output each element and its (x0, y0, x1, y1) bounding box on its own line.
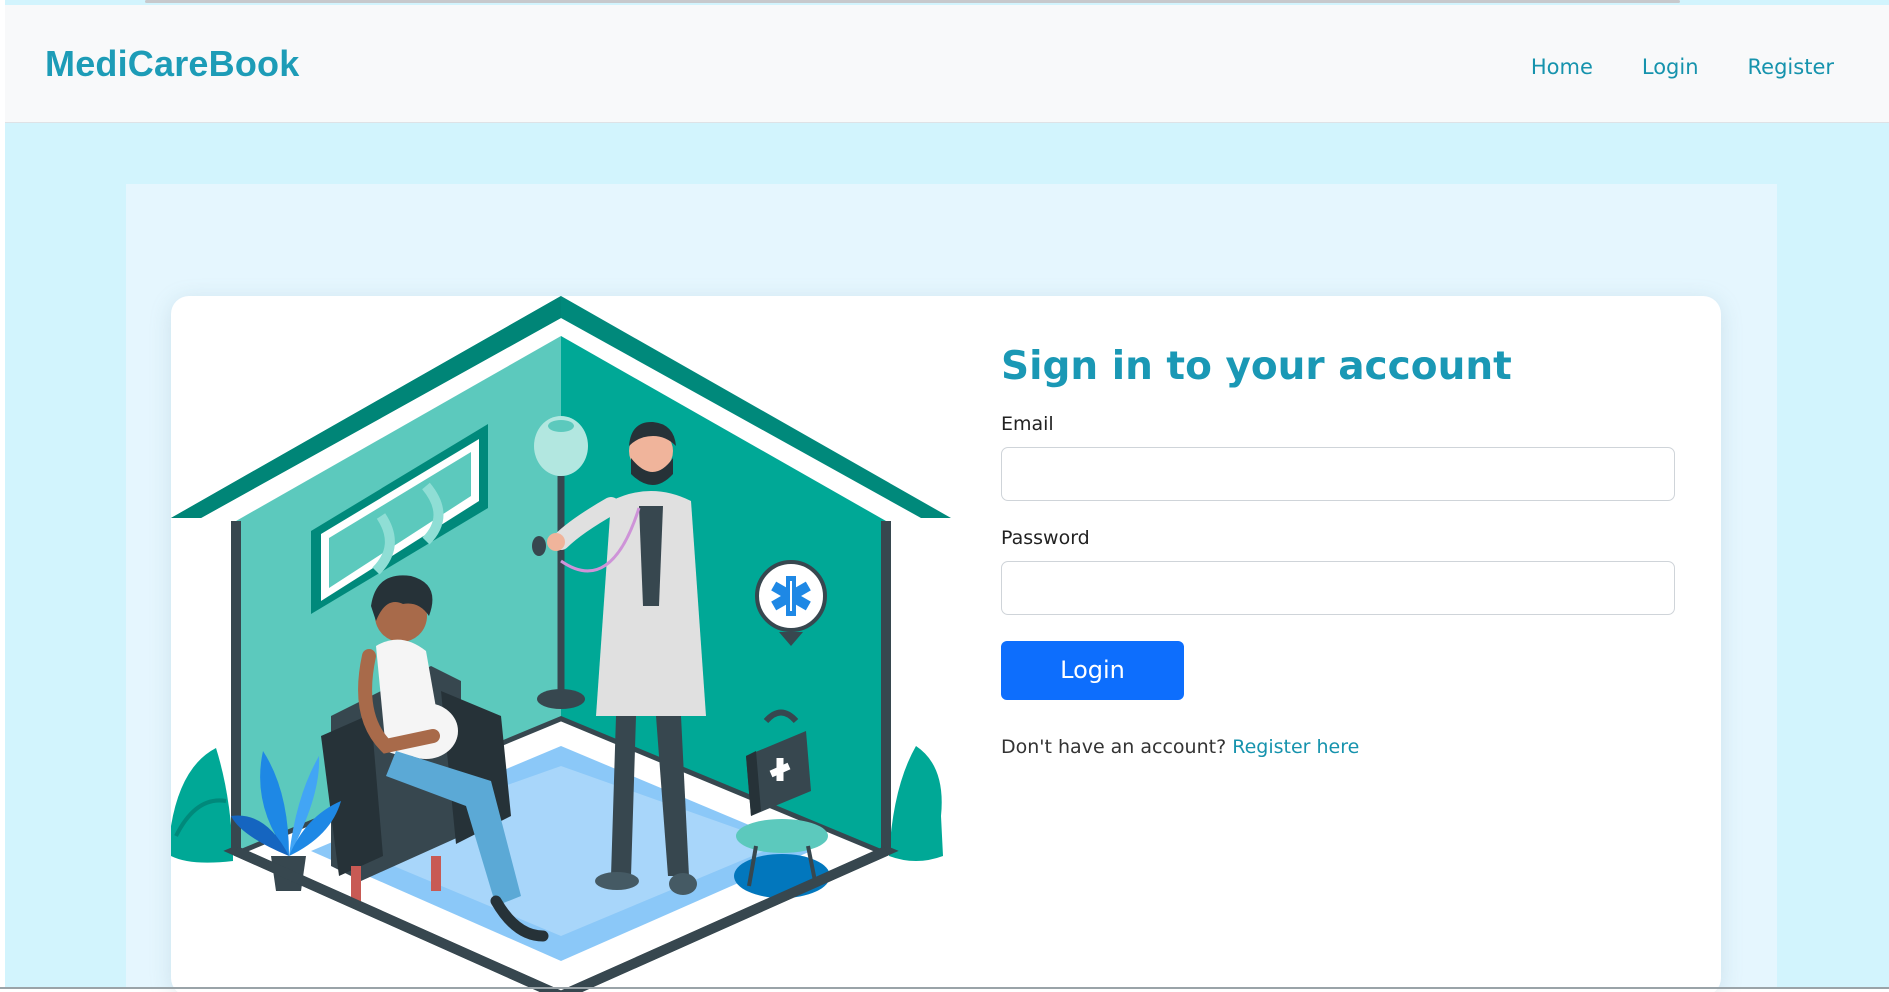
email-field[interactable] (1001, 446, 1675, 501)
bush-right-icon (889, 746, 943, 861)
top-divider (145, 0, 1680, 3)
login-card: Sign in to your account Email Password L… (171, 296, 1721, 992)
nav-link-login[interactable]: Login (1642, 55, 1699, 79)
password-label: Password (1001, 526, 1090, 549)
nav-link-register[interactable]: Register (1748, 55, 1834, 79)
email-label: Email (1001, 412, 1054, 435)
navbar: MediCareBook Home Login Register (5, 5, 1889, 123)
login-form: Sign in to your account Email Password L… (1001, 344, 1677, 758)
form-title: Sign in to your account (1001, 344, 1512, 389)
brand-logo[interactable]: MediCareBook (45, 43, 299, 85)
nav-links: Home Login Register (1531, 55, 1834, 79)
doctor-home-visit-illustration (171, 296, 951, 992)
bush-left-icon (171, 748, 233, 863)
register-prompt-line: Don't have an account? Register here (1001, 736, 1677, 758)
nav-link-home[interactable]: Home (1531, 55, 1593, 79)
password-field[interactable] (1001, 560, 1675, 615)
register-prompt-text: Don't have an account? (1001, 735, 1227, 758)
bottom-divider (0, 987, 1889, 989)
login-button[interactable]: Login (1001, 640, 1184, 700)
register-link[interactable]: Register here (1232, 736, 1359, 758)
